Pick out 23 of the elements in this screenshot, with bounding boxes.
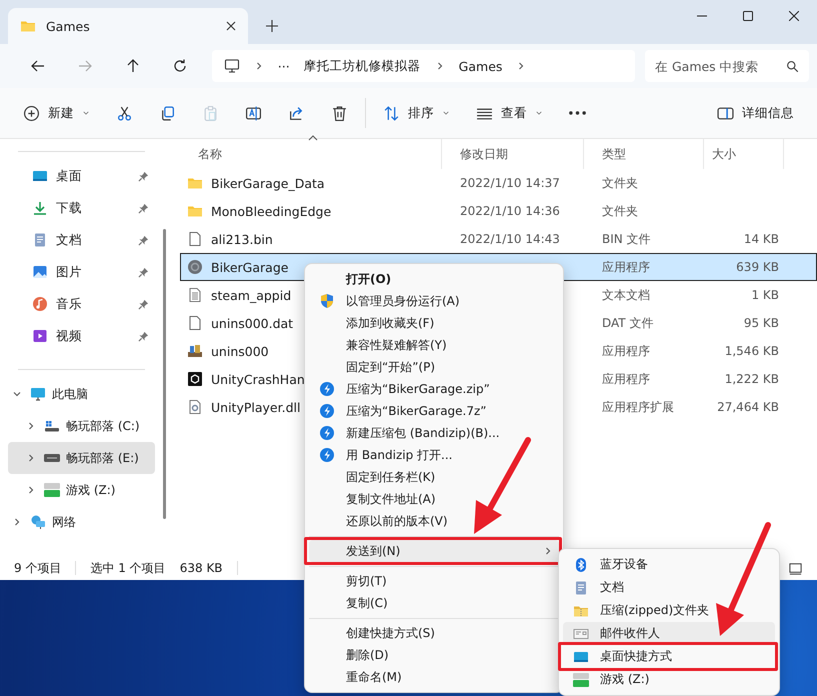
- date-cell: 2022/1/10 14:36: [460, 204, 560, 218]
- date-cell: 2022/1/10 14:43: [460, 232, 560, 246]
- date-cell: 2022/1/10 14:37: [460, 176, 560, 190]
- type-cell: 文件夹: [602, 176, 638, 190]
- size-cell: 1 KB: [751, 288, 779, 302]
- size-cell: 14 KB: [744, 232, 779, 246]
- selection-size: 638 KB: [180, 561, 223, 575]
- size-cell: 95 KB: [744, 316, 779, 330]
- type-cell: 应用程序: [602, 344, 650, 358]
- type-cell: BIN 文件: [602, 232, 651, 246]
- size-cell: 1,222 KB: [724, 372, 779, 386]
- type-cell: 应用程序扩展: [602, 400, 674, 414]
- item-count: 9 个项目: [14, 560, 62, 576]
- size-cell: 639 KB: [736, 260, 779, 274]
- type-cell: 应用程序: [602, 260, 650, 274]
- type-cell: 文本文档: [602, 288, 650, 302]
- selection-count: 选中 1 个项目: [90, 560, 166, 576]
- size-cell: 27,464 KB: [717, 400, 779, 414]
- size-cell: 1,546 KB: [724, 344, 779, 358]
- type-cell: 文件夹: [602, 204, 638, 218]
- type-cell: 应用程序: [602, 372, 650, 386]
- type-cell: DAT 文件: [602, 316, 654, 330]
- file-name: BikerGarage: [211, 260, 288, 274]
